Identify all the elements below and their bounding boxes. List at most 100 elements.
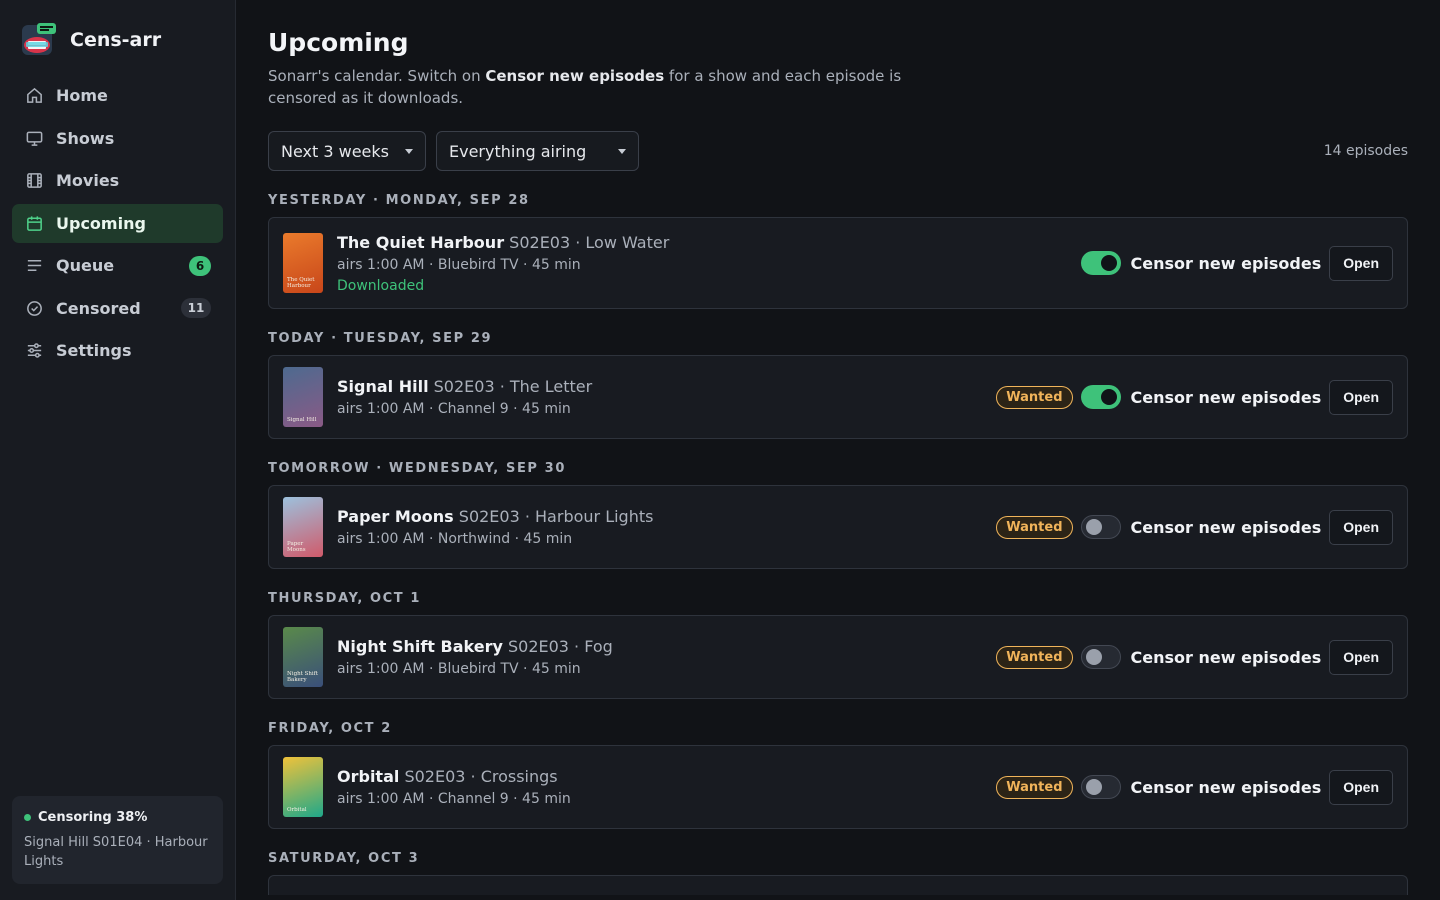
episode-name: S02E03 · Crossings bbox=[404, 767, 558, 786]
poster-title: The Quiet Harbour bbox=[287, 277, 315, 289]
episode-name: S02E03 · The Letter bbox=[433, 377, 593, 396]
show-name[interactable]: Signal Hill bbox=[337, 377, 429, 396]
open-button[interactable]: Open bbox=[1329, 379, 1393, 415]
status-dot-icon bbox=[24, 814, 31, 821]
brand[interactable]: Cens-arr bbox=[12, 20, 223, 60]
censor-toggle-label[interactable]: Censor new episodes bbox=[1131, 388, 1322, 407]
app-name: Cens-arr bbox=[70, 29, 162, 51]
toggle-knob bbox=[1100, 255, 1117, 271]
episode-meta: airs 1:00 AM · Bluebird TV · 45 min bbox=[337, 256, 581, 273]
desc-bold: Censor new episodes bbox=[485, 67, 665, 85]
wanted-badge: Wanted bbox=[996, 515, 1073, 539]
censor-toggle-label[interactable]: Censor new episodes bbox=[1131, 254, 1322, 273]
censor-toggle[interactable] bbox=[1080, 385, 1121, 409]
sidebar-item-label: Upcoming bbox=[56, 213, 146, 233]
day-label: Tomorrow · Wednesday, Sep 30 bbox=[268, 461, 566, 476]
page-title: Upcoming bbox=[268, 28, 409, 57]
show-poster: Paper Moons bbox=[283, 497, 323, 557]
caret-down-icon bbox=[618, 149, 626, 154]
main-content: Upcoming Sonarr's calendar. Switch on Ce… bbox=[236, 0, 1440, 900]
show-name[interactable]: Night Shift Bakery bbox=[337, 637, 503, 656]
day-label: Yesterday · Monday, Sep 28 bbox=[268, 193, 530, 208]
episode-meta: airs 1:00 AM · Bluebird TV · 45 min bbox=[337, 661, 581, 677]
sidebar-item-movies[interactable]: Movies bbox=[12, 161, 223, 200]
open-button[interactable]: Open bbox=[1329, 639, 1393, 675]
episode-info: Night Shift Bakery S02E03 · Fog airs 1:00… bbox=[337, 637, 996, 677]
sidebar-item-settings[interactable]: Settings bbox=[12, 331, 223, 370]
show-poster: Night Shift Bakery bbox=[283, 627, 323, 687]
toggle-knob bbox=[1085, 779, 1102, 795]
poster-title: Signal Hill bbox=[287, 417, 317, 423]
episode-meta: airs 1:00 AM · Channel 9 · 45 min bbox=[337, 791, 571, 807]
desc-pre: Sonarr's calendar. Switch on bbox=[268, 67, 486, 85]
monitor-icon bbox=[24, 128, 44, 148]
sidebar-item-label: Queue bbox=[56, 256, 115, 275]
censor-toggle[interactable] bbox=[1080, 645, 1121, 669]
episode-title-line: Paper Moons S02E03 · Harbour Lights bbox=[337, 507, 996, 526]
day-label: Saturday, Oct 3 bbox=[268, 851, 420, 866]
poster-title: Orbital bbox=[287, 807, 307, 813]
home-icon bbox=[24, 86, 44, 106]
episode-title-line: Orbital S02E03 · Crossings bbox=[337, 767, 996, 786]
sidebar-item-label: Home bbox=[56, 86, 108, 105]
episode-card[interactable] bbox=[268, 875, 1408, 895]
episode-info: Signal Hill S02E03 · The Letter airs 1:00… bbox=[337, 377, 996, 417]
poster-title: Paper Moons bbox=[287, 541, 306, 553]
queue-count-badge: 6 bbox=[189, 255, 211, 276]
censoring-status-card[interactable]: Censoring 38% Signal Hill S01E04 · Harbo… bbox=[12, 796, 223, 884]
sidebar-item-upcoming[interactable]: Upcoming bbox=[12, 203, 223, 243]
episode-title-line: Night Shift Bakery S02E03 · Fog bbox=[337, 637, 996, 656]
episode-card[interactable]: The Quiet Harbour The Quiet Harbour S02E0… bbox=[268, 217, 1408, 309]
episode-info: The Quiet Harbour S02E03 · Low Water airs… bbox=[337, 233, 1081, 294]
episode-card[interactable]: Signal Hill Signal Hill S02E03 · The Lett… bbox=[268, 355, 1408, 439]
calendar-list: Yesterday · Monday, Sep 28 The Quiet Harb… bbox=[268, 193, 1408, 895]
open-button[interactable]: Open bbox=[1329, 245, 1393, 281]
sidebar-item-censored[interactable]: Censored 11 bbox=[12, 289, 223, 328]
toggle-knob bbox=[1085, 649, 1102, 665]
scope-select[interactable]: Everything airing bbox=[436, 131, 639, 171]
wanted-badge: Wanted bbox=[996, 645, 1073, 669]
day-label: Friday, Oct 2 bbox=[268, 721, 392, 736]
sidebar-item-label: Movies bbox=[56, 171, 120, 190]
wanted-badge: Wanted bbox=[996, 775, 1073, 799]
day-label: Thursday, Oct 1 bbox=[268, 591, 422, 606]
episode-title-line: Signal Hill S02E03 · The Letter bbox=[337, 377, 996, 396]
episode-card[interactable]: Night Shift Bakery Night Shift Bakery S02… bbox=[268, 615, 1408, 699]
censor-toggle-label[interactable]: Censor new episodes bbox=[1131, 778, 1322, 797]
day-label: Today · Tuesday, Sep 29 bbox=[268, 331, 493, 346]
show-name[interactable]: Orbital bbox=[337, 767, 399, 786]
episode-status: Downloaded bbox=[337, 277, 425, 294]
scope-select-value: Everything airing bbox=[449, 141, 587, 161]
sidebar-item-label: Settings bbox=[56, 341, 132, 360]
censored-count-badge: 11 bbox=[181, 298, 211, 318]
episode-info: Paper Moons S02E03 · Harbour Lights airs … bbox=[337, 507, 996, 547]
censor-toggle-label[interactable]: Censor new episodes bbox=[1131, 518, 1322, 537]
censor-toggle-label[interactable]: Censor new episodes bbox=[1131, 648, 1322, 667]
show-name[interactable]: The Quiet Harbour bbox=[337, 233, 504, 252]
episode-name: S02E03 · Low Water bbox=[509, 232, 670, 252]
episode-info: Orbital S02E03 · Crossings airs 1:00 AM ·… bbox=[337, 767, 996, 807]
open-button[interactable]: Open bbox=[1329, 509, 1393, 545]
toggle-knob bbox=[1100, 389, 1117, 405]
episode-title-line: The Quiet Harbour S02E03 · Low Water bbox=[337, 233, 1081, 252]
filter-bar: Next 3 weeks Everything airing 14 episod… bbox=[268, 131, 1408, 171]
sidebar-item-home[interactable]: Home bbox=[12, 76, 223, 115]
range-select[interactable]: Next 3 weeks bbox=[268, 131, 426, 171]
episode-card[interactable]: Paper Moons Paper Moons S02E03 · Harbour … bbox=[268, 485, 1408, 569]
sliders-icon bbox=[24, 341, 44, 361]
wanted-badge: Wanted bbox=[996, 385, 1073, 409]
episode-card[interactable]: Orbital Orbital S02E03 · Crossings airs 1:… bbox=[268, 745, 1408, 829]
calendar-icon bbox=[24, 213, 44, 233]
episode-name: S02E03 · Harbour Lights bbox=[458, 507, 654, 526]
censor-toggle[interactable] bbox=[1080, 515, 1121, 539]
censor-toggle[interactable] bbox=[1080, 251, 1121, 275]
sidebar-item-queue[interactable]: Queue 6 bbox=[12, 246, 223, 285]
film-icon bbox=[24, 171, 44, 191]
episode-meta: airs 1:00 AM · Channel 9 · 45 min bbox=[337, 401, 571, 417]
censor-toggle[interactable] bbox=[1080, 775, 1121, 799]
show-name[interactable]: Paper Moons bbox=[337, 507, 454, 526]
open-button[interactable]: Open bbox=[1329, 769, 1393, 805]
sidebar-nav: Home Shows Movies Upcoming Queue 6 Censo… bbox=[12, 76, 223, 370]
sidebar-item-shows[interactable]: Shows bbox=[12, 119, 223, 158]
check-circle-icon bbox=[24, 298, 44, 318]
